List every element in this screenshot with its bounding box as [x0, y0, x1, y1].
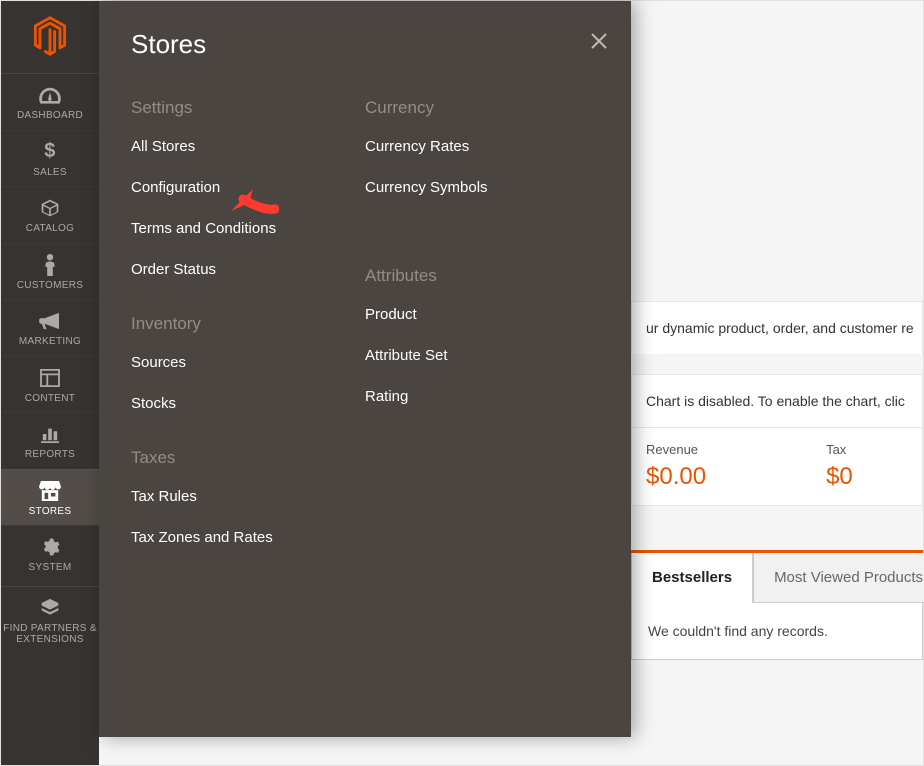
chart-disabled-notice: Chart is disabled. To enable the chart, … — [631, 374, 923, 427]
nav-marketing[interactable]: Marketing — [1, 299, 99, 356]
close-button[interactable] — [589, 31, 609, 56]
nav-label: Content — [25, 393, 75, 405]
nav-label: Reports — [25, 449, 75, 461]
tabs: Bestsellers Most Viewed Products — [631, 550, 923, 603]
nav-content[interactable]: Content — [1, 356, 99, 413]
link-terms[interactable]: Terms and Conditions — [131, 220, 345, 237]
stores-flyout: Stores Settings All Stores Configuration… — [99, 1, 631, 737]
link-tax-zones[interactable]: Tax Zones and Rates — [131, 529, 345, 546]
link-configuration[interactable]: Configuration — [131, 179, 345, 196]
nav-reports[interactable]: Reports — [1, 412, 99, 469]
dashboard-content: ur dynamic product, order, and customer … — [631, 1, 923, 660]
nav-customers[interactable]: Customers — [1, 243, 99, 300]
tab-most-viewed[interactable]: Most Viewed Products — [753, 553, 924, 603]
flyout-right-col: Currency Currency Rates Currency Symbols… — [365, 98, 599, 546]
nav-label: Find Partners & Extensions — [1, 623, 99, 646]
tab-body-empty: We couldn't find any records. — [631, 603, 923, 660]
stat-value: $0.00 — [646, 463, 706, 491]
admin-sidebar: Dashboard $ Sales Catalog Customers Mark… — [1, 1, 99, 765]
layout-icon — [40, 367, 60, 389]
nav-label: Stores — [29, 506, 72, 518]
link-tax-rules[interactable]: Tax Rules — [131, 488, 345, 505]
gauge-icon — [39, 84, 61, 106]
group-settings: Settings — [131, 98, 345, 118]
group-taxes: Taxes — [131, 448, 345, 468]
bar-chart-icon — [40, 423, 60, 445]
link-order-status[interactable]: Order Status — [131, 261, 345, 278]
nav-stores[interactable]: Stores — [1, 469, 99, 526]
flyout-left-col: Settings All Stores Configuration Terms … — [131, 98, 365, 546]
nav-label: Customers — [17, 280, 83, 292]
link-currency-symbols[interactable]: Currency Symbols — [365, 179, 579, 196]
link-currency-rates[interactable]: Currency Rates — [365, 138, 579, 155]
cube-icon — [40, 197, 60, 219]
gear-icon — [40, 536, 60, 558]
link-sources[interactable]: Sources — [131, 354, 345, 371]
storefront-icon — [39, 480, 61, 502]
group-inventory: Inventory — [131, 314, 345, 334]
person-icon — [43, 254, 57, 276]
stat-value: $0 — [826, 463, 853, 491]
stat-label: Tax — [826, 442, 853, 457]
dollar-icon: $ — [44, 141, 55, 163]
group-currency: Currency — [365, 98, 579, 118]
stat-label: Revenue — [646, 442, 706, 457]
nav-catalog[interactable]: Catalog — [1, 186, 99, 243]
tab-bestsellers[interactable]: Bestsellers — [631, 553, 753, 603]
nav-label: Marketing — [19, 336, 81, 348]
link-stocks[interactable]: Stocks — [131, 395, 345, 412]
nav-find-partners[interactable]: Find Partners & Extensions — [1, 586, 99, 654]
nav-dashboard[interactable]: Dashboard — [1, 73, 99, 130]
nav-system[interactable]: System — [1, 525, 99, 582]
link-attr-attribute-set[interactable]: Attribute Set — [365, 347, 579, 364]
magento-logo-icon — [31, 15, 69, 57]
link-attr-rating[interactable]: Rating — [365, 388, 579, 405]
stats-row: Revenue $0.00 Tax $0 — [631, 427, 923, 506]
nav-label: Dashboard — [17, 110, 83, 122]
group-attributes: Attributes — [365, 266, 579, 286]
megaphone-icon — [39, 310, 61, 332]
nav-label: Sales — [33, 167, 67, 179]
flyout-title: Stores — [131, 29, 599, 60]
nav-label: System — [29, 562, 72, 574]
stat-revenue: Revenue $0.00 — [646, 442, 706, 491]
link-all-stores[interactable]: All Stores — [131, 138, 345, 155]
nav-label: Catalog — [26, 223, 74, 235]
partners-icon — [40, 597, 60, 619]
close-icon — [589, 31, 609, 51]
link-attr-product[interactable]: Product — [365, 306, 579, 323]
dynamic-report-text: ur dynamic product, order, and customer … — [631, 301, 923, 354]
stat-tax: Tax $0 — [826, 442, 853, 491]
nav-sales[interactable]: $ Sales — [1, 130, 99, 187]
